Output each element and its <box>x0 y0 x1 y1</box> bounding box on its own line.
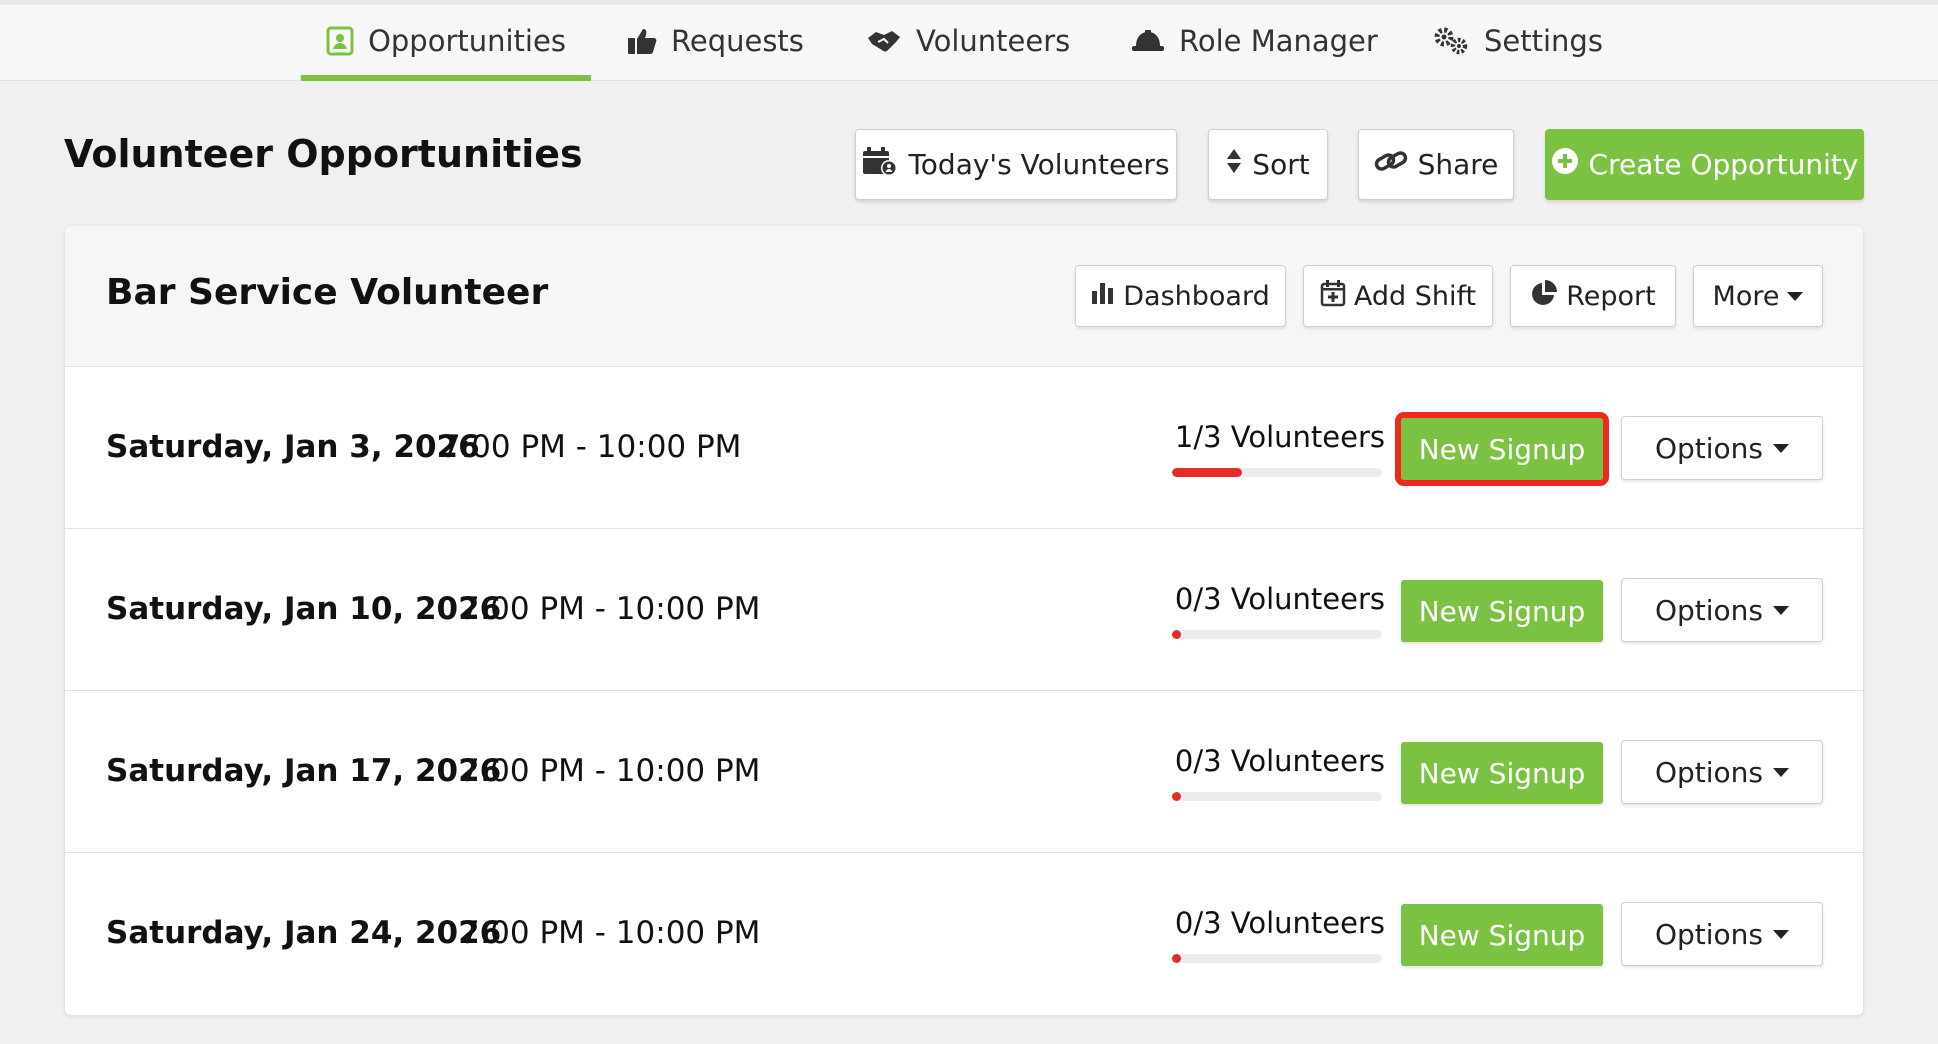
button-label: Dashboard <box>1123 280 1270 312</box>
shift-date: Saturday, Jan 10, 2026 <box>106 591 502 627</box>
shift-date: Saturday, Jan 24, 2026 <box>106 915 502 951</box>
handshake-icon <box>866 28 902 54</box>
new-signup-button[interactable]: New Signup <box>1401 580 1603 642</box>
shift-row: Saturday, Jan 24, 2026 7:00 PM - 10:00 P… <box>65 853 1863 1015</box>
opportunity-header: Bar Service Volunteer Dashboard Add Shif… <box>65 226 1863 367</box>
options-dropdown[interactable]: Options <box>1621 578 1823 642</box>
progress-fill <box>1172 630 1181 639</box>
add-shift-button[interactable]: Add Shift <box>1303 265 1493 327</box>
tab-requests[interactable]: Requests <box>627 0 804 81</box>
shift-row: Saturday, Jan 3, 2026 7:00 PM - 10:00 PM… <box>65 367 1863 529</box>
caret-down-icon <box>1787 291 1804 301</box>
volunteer-progress-bar <box>1172 792 1382 801</box>
shift-row: Saturday, Jan 17, 2026 7:00 PM - 10:00 P… <box>65 691 1863 853</box>
shift-time: 7:00 PM - 10:00 PM <box>460 591 761 627</box>
pie-chart-icon <box>1530 279 1558 314</box>
calendar-plus-icon <box>1320 279 1346 314</box>
volunteer-progress-bar <box>1172 630 1382 639</box>
volunteer-count: 1/3 Volunteers <box>1174 420 1385 454</box>
button-label: Options <box>1654 755 1764 789</box>
button-label: Create Opportunity <box>1588 148 1859 181</box>
volunteer-count: 0/3 Volunteers <box>1174 906 1385 940</box>
progress-fill <box>1172 954 1181 963</box>
tab-volunteers[interactable]: Volunteers <box>866 0 1070 81</box>
shift-time: 7:00 PM - 10:00 PM <box>460 915 761 951</box>
tab-opportunities[interactable]: Opportunities <box>301 0 591 81</box>
tab-label: Requests <box>671 23 804 58</box>
sort-icon <box>1226 148 1242 181</box>
thumbs-up-icon <box>627 27 657 55</box>
new-signup-button[interactable]: New Signup <box>1395 412 1609 486</box>
options-dropdown[interactable]: Options <box>1621 416 1823 480</box>
volunteer-count: 0/3 Volunteers <box>1174 744 1385 778</box>
gears-icon <box>1432 26 1470 56</box>
dashboard-button[interactable]: Dashboard <box>1075 265 1286 327</box>
shift-row: Saturday, Jan 10, 2026 7:00 PM - 10:00 P… <box>65 529 1863 691</box>
volunteer-count: 0/3 Volunteers <box>1174 582 1385 616</box>
tab-role-manager[interactable]: Role Manager <box>1131 0 1378 81</box>
top-nav: Opportunities Requests Volunteers Role M… <box>0 0 1938 81</box>
button-label: Sort <box>1252 148 1310 181</box>
progress-fill <box>1172 468 1242 477</box>
page-title: Volunteer Opportunities <box>64 132 583 176</box>
shift-time: 7:00 PM - 10:00 PM <box>460 753 761 789</box>
button-label: Today's Volunteers <box>908 148 1170 181</box>
button-label: Report <box>1566 280 1656 312</box>
report-button[interactable]: Report <box>1510 265 1676 327</box>
options-dropdown[interactable]: Options <box>1621 740 1823 804</box>
opportunity-title: Bar Service Volunteer <box>106 272 549 313</box>
bar-chart-icon <box>1091 281 1115 312</box>
button-label: Share <box>1417 148 1499 181</box>
shift-date: Saturday, Jan 17, 2026 <box>106 753 502 789</box>
tab-label: Settings <box>1484 23 1603 58</box>
button-label: Options <box>1654 431 1764 465</box>
shift-time: 7:00 PM - 10:00 PM <box>441 429 742 465</box>
sort-button[interactable]: Sort <box>1208 129 1328 200</box>
new-signup-button[interactable]: New Signup <box>1401 742 1603 804</box>
button-label: Options <box>1654 593 1764 627</box>
hard-hat-icon <box>1131 28 1165 54</box>
caret-down-icon <box>1773 605 1790 615</box>
todays-volunteers-button[interactable]: Today's Volunteers <box>855 129 1177 200</box>
button-label: Options <box>1654 917 1764 951</box>
new-signup-button[interactable]: New Signup <box>1401 904 1603 966</box>
link-icon <box>1374 148 1408 181</box>
caret-down-icon <box>1773 443 1790 453</box>
button-label: Add Shift <box>1353 280 1477 312</box>
progress-fill <box>1172 792 1181 801</box>
caret-down-icon <box>1773 767 1790 777</box>
contact-card-icon <box>326 26 354 56</box>
create-opportunity-button[interactable]: Create Opportunity <box>1545 129 1864 200</box>
options-dropdown[interactable]: Options <box>1621 902 1823 966</box>
tab-settings[interactable]: Settings <box>1432 0 1603 81</box>
caret-down-icon <box>1773 929 1790 939</box>
tab-label: Volunteers <box>916 23 1071 58</box>
plus-circle-icon <box>1551 147 1579 182</box>
tab-label: Opportunities <box>368 23 566 58</box>
calendar-user-icon <box>862 146 898 183</box>
more-dropdown[interactable]: More <box>1693 265 1823 327</box>
button-label: More <box>1712 280 1780 312</box>
shift-date: Saturday, Jan 3, 2026 <box>106 429 480 465</box>
opportunity-card: Bar Service Volunteer Dashboard Add Shif… <box>65 226 1863 1015</box>
volunteer-progress-bar <box>1172 954 1382 963</box>
volunteer-progress-bar <box>1172 468 1382 477</box>
share-button[interactable]: Share <box>1358 129 1514 200</box>
tab-label: Role Manager <box>1179 23 1378 58</box>
